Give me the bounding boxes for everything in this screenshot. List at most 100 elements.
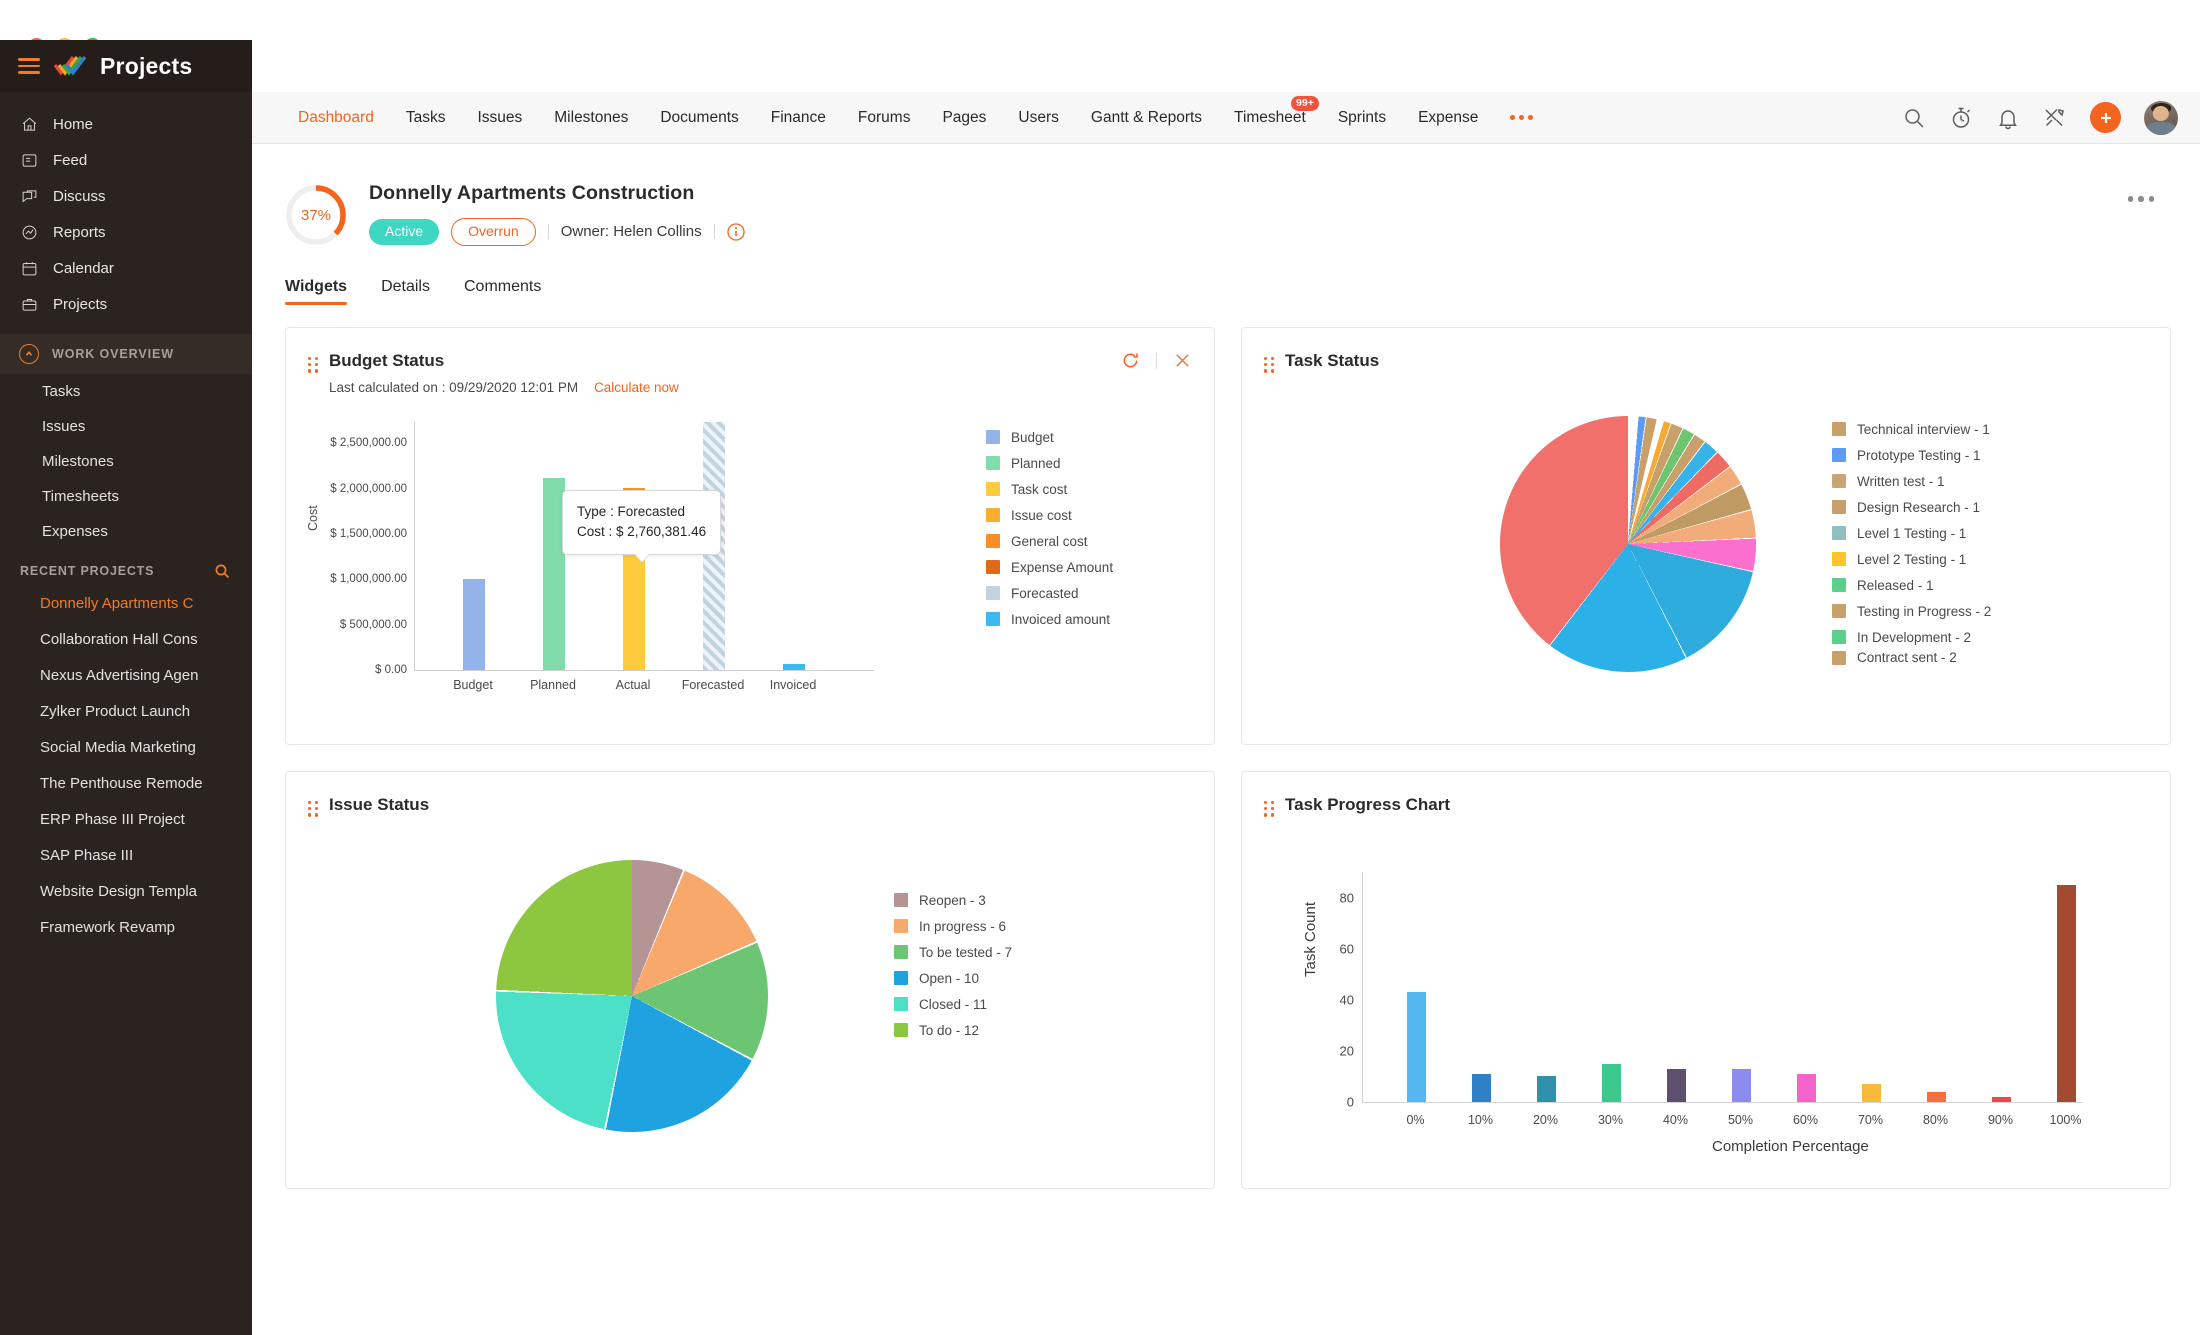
sidebar-project-item[interactable]: The Penthouse Remode — [0, 765, 252, 801]
add-button[interactable] — [2090, 102, 2121, 133]
tab-users[interactable]: Users — [1002, 109, 1074, 127]
hamburger-icon[interactable] — [18, 58, 40, 74]
tab-dashboard[interactable]: Dashboard — [282, 109, 390, 127]
issue-status-pie-chart[interactable] — [496, 860, 768, 1132]
legend-item[interactable]: General cost — [986, 528, 1113, 554]
sidebar-section-work-overview[interactable]: WORK OVERVIEW — [0, 334, 252, 374]
avatar[interactable] — [2144, 100, 2178, 135]
drag-handle-icon[interactable] — [308, 357, 319, 373]
sidebar-item-home[interactable]: Home — [0, 106, 252, 142]
status-badge-active[interactable]: Active — [369, 219, 440, 245]
tools-icon[interactable] — [2043, 106, 2067, 130]
tab-sprints[interactable]: Sprints — [1322, 109, 1402, 127]
sidebar-project-item[interactable]: Donnelly Apartments C — [0, 585, 252, 621]
legend-item[interactable]: Open - 10 — [894, 965, 1012, 991]
close-icon[interactable] — [1173, 351, 1192, 370]
legend-item[interactable]: Design Research - 1 — [1832, 494, 1991, 520]
tab-expense[interactable]: Expense — [1402, 109, 1494, 127]
search-icon[interactable] — [214, 563, 230, 579]
tab-issues[interactable]: Issues — [461, 109, 538, 127]
more-horizontal-icon[interactable] — [1494, 115, 1549, 120]
sidebar-project-item[interactable]: Nexus Advertising Agen — [0, 657, 252, 693]
bell-icon[interactable] — [1996, 106, 2020, 130]
legend-item[interactable]: Contract sent - 2 — [1832, 650, 1991, 665]
sidebar-item-milestones[interactable]: Milestones — [0, 444, 252, 479]
legend-item[interactable]: Written test - 1 — [1832, 468, 1991, 494]
legend-item[interactable]: Level 2 Testing - 1 — [1832, 546, 1991, 572]
tab-widgets[interactable]: Widgets — [285, 278, 348, 305]
legend-item[interactable]: To do - 12 — [894, 1017, 1012, 1043]
legend-item[interactable]: Expense Amount — [986, 554, 1113, 580]
sidebar-item-feed[interactable]: Feed — [0, 142, 252, 178]
sidebar-item-expenses[interactable]: Expenses — [0, 514, 252, 549]
more-options-icon[interactable] — [2127, 196, 2154, 202]
legend-item[interactable]: Testing in Progress - 2 — [1832, 598, 1991, 624]
sidebar-project-item[interactable]: Collaboration Hall Cons — [0, 621, 252, 657]
sidebar-item-calendar[interactable]: Calendar — [0, 250, 252, 286]
bar-100[interactable] — [2057, 884, 2076, 1102]
sidebar-item-tasks[interactable]: Tasks — [0, 374, 252, 409]
bar-80[interactable] — [1927, 1091, 1946, 1102]
sidebar-project-item[interactable]: SAP Phase III — [0, 837, 252, 873]
status-badge-overrun[interactable]: Overrun — [451, 218, 536, 246]
sidebar-item-projects[interactable]: Projects — [0, 286, 252, 322]
legend-label: In progress - 6 — [919, 918, 1007, 934]
drag-handle-icon[interactable] — [308, 801, 319, 817]
sidebar-project-item[interactable]: Zylker Product Launch — [0, 693, 252, 729]
bar-70[interactable] — [1862, 1084, 1881, 1102]
legend-item[interactable]: Issue cost — [986, 502, 1113, 528]
timer-icon[interactable] — [1949, 106, 1973, 130]
calculate-now-link[interactable]: Calculate now — [594, 380, 679, 395]
task-status-pie-chart[interactable] — [1500, 416, 1756, 672]
legend-item[interactable]: In Development - 2 — [1832, 624, 1991, 650]
legend-item[interactable]: Released - 1 — [1832, 572, 1991, 598]
sidebar-project-item[interactable]: Website Design Templa — [0, 873, 252, 909]
sidebar-item-timesheets[interactable]: Timesheets — [0, 479, 252, 514]
tab-details[interactable]: Details — [381, 278, 430, 305]
bar-20[interactable] — [1537, 1076, 1556, 1102]
bar-60[interactable] — [1797, 1073, 1816, 1102]
sidebar-item-discuss[interactable]: Discuss — [0, 178, 252, 214]
tab-tasks[interactable]: Tasks — [390, 109, 462, 127]
sidebar-project-item[interactable]: Framework Revamp — [0, 909, 252, 945]
legend-item[interactable]: Forecasted — [986, 580, 1113, 606]
legend-item[interactable]: Budget — [986, 424, 1113, 450]
sidebar-project-item[interactable]: Social Media Marketing — [0, 729, 252, 765]
sidebar-label: Issues — [42, 418, 86, 435]
legend-item[interactable]: Planned — [986, 450, 1113, 476]
tab-finance[interactable]: Finance — [755, 109, 842, 127]
tab-timesheet[interactable]: Timesheet 99+ — [1218, 95, 1322, 127]
drag-handle-icon[interactable] — [1264, 357, 1275, 373]
legend-item[interactable]: Invoiced amount — [986, 606, 1113, 632]
tab-pages[interactable]: Pages — [926, 109, 1002, 127]
bar-30[interactable] — [1602, 1063, 1621, 1102]
bar-10[interactable] — [1472, 1073, 1491, 1102]
sidebar-item-reports[interactable]: Reports — [0, 214, 252, 250]
bar-0[interactable] — [1407, 992, 1426, 1102]
bar-50[interactable] — [1732, 1068, 1751, 1102]
legend-item[interactable]: Level 1 Testing - 1 — [1832, 520, 1991, 546]
legend-item[interactable]: Reopen - 3 — [894, 887, 1012, 913]
sidebar-item-issues[interactable]: Issues — [0, 409, 252, 444]
legend-item[interactable]: Task cost — [986, 476, 1113, 502]
bar-budget[interactable] — [463, 579, 485, 670]
tab-comments[interactable]: Comments — [464, 278, 541, 305]
legend-item[interactable]: To be tested - 7 — [894, 939, 1012, 965]
project-owner: Owner: Helen Collins — [560, 223, 702, 241]
tab-gantt-reports[interactable]: Gantt & Reports — [1075, 109, 1218, 127]
tab-documents[interactable]: Documents — [644, 109, 754, 127]
tab-forums[interactable]: Forums — [842, 109, 927, 127]
legend-item[interactable]: In progress - 6 — [894, 913, 1012, 939]
legend-item[interactable]: Technical interview - 1 — [1832, 416, 1991, 442]
bar-40[interactable] — [1667, 1068, 1686, 1102]
refresh-icon[interactable] — [1121, 351, 1140, 370]
legend-item[interactable]: Closed - 11 — [894, 991, 1012, 1017]
sidebar-project-item[interactable]: ERP Phase III Project — [0, 801, 252, 837]
tab-milestones[interactable]: Milestones — [538, 109, 644, 127]
info-icon[interactable] — [726, 223, 745, 241]
search-icon[interactable] — [1902, 106, 1926, 130]
legend-item[interactable]: Prototype Testing - 1 — [1832, 442, 1991, 468]
drag-handle-icon[interactable] — [1264, 801, 1275, 817]
y-tick: $ 0.00 — [375, 664, 407, 676]
y-tick: 0 — [1346, 1094, 1354, 1110]
